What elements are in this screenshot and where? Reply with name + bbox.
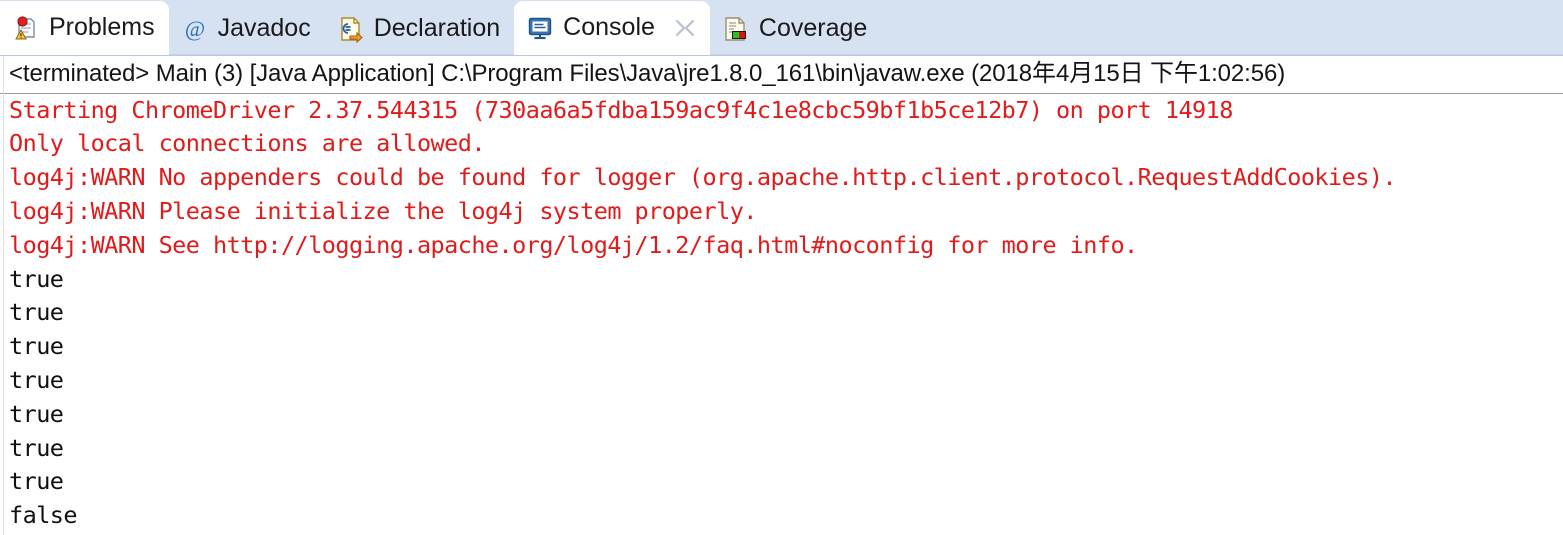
tab-problems-label: Problems [49,12,155,41]
console-line: true [9,433,64,462]
tab-javadoc[interactable]: @ Javadoc [169,3,325,55]
tab-console[interactable]: Console [514,1,710,55]
view-tab-bar: Problems @ Javadoc Declaration Console C… [0,0,1563,56]
tab-console-label: Console [563,12,655,41]
console-line: true [9,298,64,327]
console-panel[interactable]: <terminated> Main (3) [Java Application]… [0,56,1563,535]
tab-coverage[interactable]: Coverage [710,3,881,55]
tab-javadoc-label: Javadoc [217,13,311,42]
console-line: Starting ChromeDriver 2.37.544315 (730aa… [9,95,1233,124]
console-process-header: <terminated> Main (3) [Java Application]… [0,56,1563,94]
console-line: true [9,332,64,361]
console-line: true [9,399,64,428]
console-line: true [9,467,64,496]
tab-coverage-label: Coverage [758,13,868,42]
tab-declaration-label: Declaration [373,13,501,42]
console-line: Only local connections are allowed. [9,129,485,158]
close-icon[interactable] [674,17,696,39]
tab-declaration[interactable]: Declaration [325,3,514,55]
console-line: true [9,365,64,394]
console-output[interactable]: Starting ChromeDriver 2.37.544315 (730aa… [0,94,1563,533]
console-line: log4j:WARN Please initialize the log4j s… [9,196,757,225]
at-sign-icon: @ [181,15,209,43]
coverage-icon [722,15,750,43]
console-line: log4j:WARN No appenders could be found f… [9,163,1397,192]
declaration-icon [337,15,365,44]
console-line: false [9,501,78,530]
svg-text:@: @ [184,16,204,41]
console-line: log4j:WARN See http://logging.apache.org… [9,230,1138,259]
console-line: true [9,264,64,293]
tab-problems[interactable]: Problems [0,1,169,55]
problems-icon [12,14,40,42]
console-icon [526,14,554,42]
